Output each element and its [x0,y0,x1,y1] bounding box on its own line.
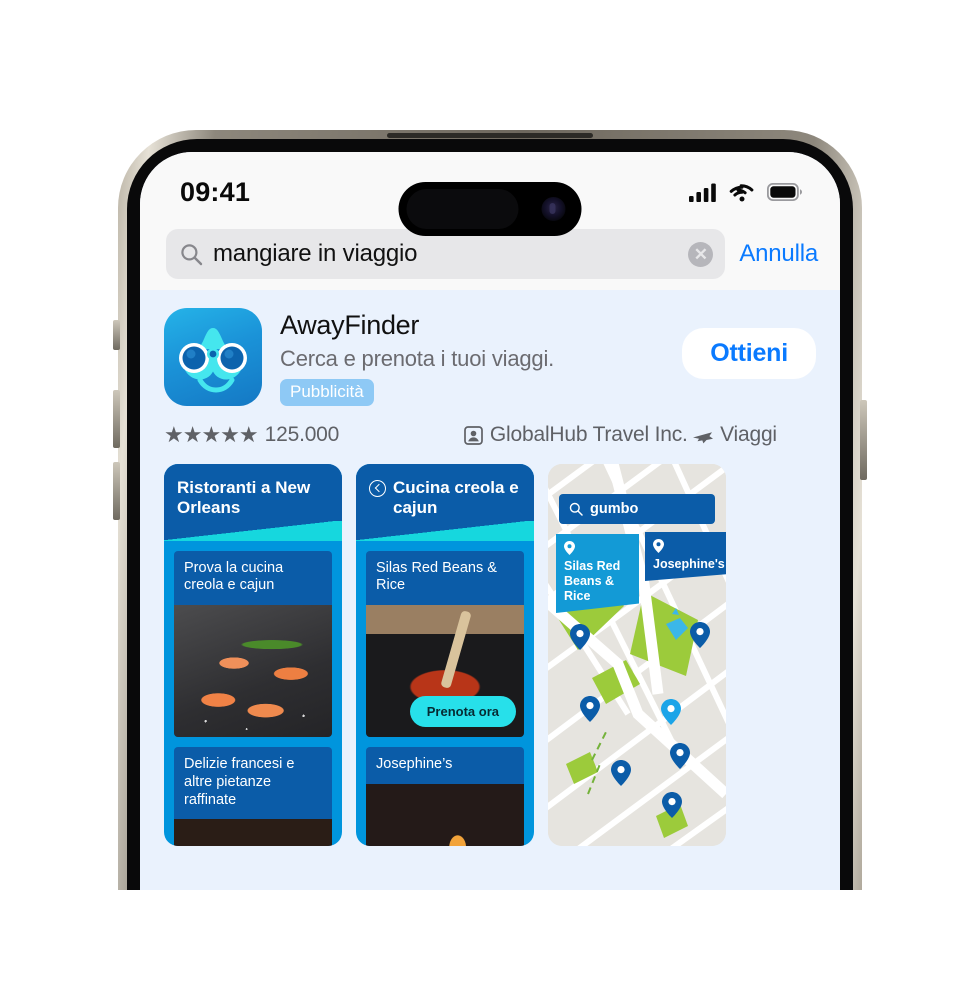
card-tile[interactable]: Silas Red Beans & Rice Prenota ora [366,550,524,738]
wifi-icon [729,183,754,201]
developer-name: GlobalHub Travel Inc. [489,423,688,446]
front-camera-icon [541,197,566,221]
map-card[interactable]: gumbo Silas Red Beans & Rice Josephine's [548,464,726,846]
battery-icon [767,183,802,201]
search-results-content: AwayFinder Cerca e prenota i tuoi viaggi… [140,290,840,890]
search-input[interactable]: mangiare in viaggio ✕ [166,229,726,279]
book-now-button[interactable]: Prenota ora [409,696,516,728]
awayfinder-binoculars-icon[interactable] [164,308,262,406]
app-meta: AwayFinder Cerca e prenota i tuoi viaggi… [280,308,664,406]
tile-title: Delizie francesi e altre pietanze raffin… [184,756,295,808]
rating-count: 125.000 [264,423,340,446]
map-label-silas[interactable]: Silas Red Beans & Rice [556,534,639,613]
earpiece-speaker [387,133,593,138]
tile-title: Prova la cucina creola e cajun [184,559,284,594]
phone-screen: 09:41 mangiare in viaggio ✕ Annulla Away… [140,152,840,890]
app-result-row[interactable]: AwayFinder Cerca e prenota i tuoi viaggi… [164,308,816,406]
app-subtitle: Cerca e prenota i tuoi viaggi. [280,346,555,371]
map-label-text: Silas Red Beans & Rice [564,559,621,603]
status-clock: 09:41 [180,176,251,207]
card-tile[interactable]: Delizie francesi e altre pietanze raffin… [174,747,332,846]
card-header: Cucina creola e cajun [356,464,534,541]
tile-title: Josephine’s [376,756,453,773]
volume-down-button[interactable] [113,462,120,520]
tile-title: Silas Red Beans & Rice [376,559,497,594]
header-accent-shape [356,520,534,541]
star-rating: ★★★★★ [164,422,259,447]
screenshot-restaurants-card[interactable]: Ristoranti a New Orleans Prova la cucina… [164,464,342,846]
screenshot-carousel[interactable]: Ristoranti a New Orleans Prova la cucina… [164,464,816,846]
back-chevron-icon[interactable] [369,480,386,497]
volume-up-button[interactable] [113,390,120,448]
card-header-title: Ristoranti a New Orleans [177,478,311,518]
card-header-title: Cucina creola e cajun [393,478,519,518]
mute-switch[interactable] [113,320,120,350]
screenshot-creole-cajun-card[interactable]: Cucina creola e cajun Silas Red Beans & … [356,464,534,846]
app-stats-row: ★★★★★ 125.000 GlobalHub Travel Inc. Viag… [164,422,816,448]
developer-stat: GlobalHub Travel Inc. [464,423,692,447]
status-icons [689,183,802,202]
shrimp-photo [174,605,332,738]
map-search-input[interactable]: gumbo [559,494,715,524]
search-input-value: mangiare in viaggio [213,240,418,267]
get-button[interactable]: Ottieni [682,328,816,379]
cancel-button[interactable]: Annulla [739,240,818,268]
dynamic-island-pill [406,189,519,229]
app-name: AwayFinder [280,310,420,340]
search-icon [181,243,203,265]
category-name: Viaggi [720,423,777,446]
header-accent-shape [164,520,342,541]
cocktail-photo: Prenota ora [366,783,524,846]
ad-badge: Pubblicità [280,379,374,406]
card-header: Ristoranti a New Orleans [164,464,342,541]
map-pin-icon [653,539,664,553]
map-pin-icon [564,541,575,555]
clear-icon[interactable]: ✕ [688,241,714,267]
category-stat: Viaggi [692,423,777,447]
airplane-icon [693,431,714,443]
iphone-device-frame: 09:41 mangiare in viaggio ✕ Annulla Away… [118,130,862,890]
map-label-josephines[interactable]: Josephine's [645,532,726,581]
red-beans-rice-photo: Prenota ora [366,605,524,738]
scallops-photo [174,819,332,846]
power-button[interactable] [860,400,867,480]
card-tile[interactable]: Prova la cucina creola e cajun [174,550,332,738]
bottom-crop-mask [0,890,980,1000]
screenshot-stage: 09:41 mangiare in viaggio ✕ Annulla Away… [0,0,980,1000]
card-tile[interactable]: Josephine’s Prenota ora [366,747,524,846]
map-label-text: Josephine's [653,557,725,571]
rating-stat: ★★★★★ 125.000 [164,422,464,448]
developer-badge-icon [464,425,483,445]
signal-bars-icon [689,183,716,202]
search-icon [569,502,583,516]
dynamic-island [398,182,582,236]
map-search-value: gumbo [590,501,639,517]
